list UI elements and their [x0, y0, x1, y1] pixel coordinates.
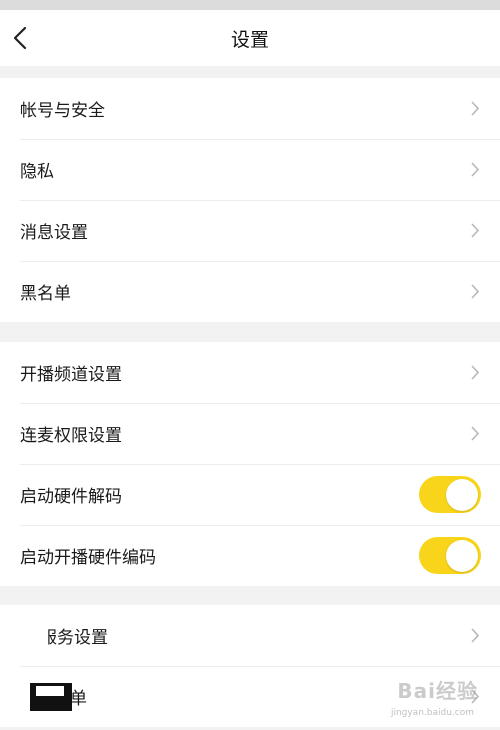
settings-item-label: 连麦权限设置 — [20, 426, 122, 446]
settings-item-hw-encode: 启动开播硬件编码 — [0, 525, 500, 586]
settings-item-label: 黑名单 — [20, 284, 71, 304]
settings-item-channel[interactable]: 开播频道设置 — [0, 342, 500, 403]
settings-item-privacy[interactable]: 隐私 — [0, 139, 500, 200]
navigation-bar: 设置 — [0, 10, 500, 66]
chevron-right-icon — [471, 162, 480, 177]
watermark-url: jingyan.baidu.com — [390, 708, 474, 718]
chevron-right-icon — [471, 365, 480, 380]
chevron-right-icon — [471, 628, 480, 643]
hw-encode-toggle[interactable] — [419, 537, 481, 574]
settings-item-label: 隐私 — [20, 162, 54, 182]
redaction-mask — [28, 620, 48, 646]
settings-group-broadcast: 开播频道设置 连麦权限设置 启动硬件解码 启动开播硬件编码 — [0, 342, 500, 586]
page-title: 设置 — [230, 28, 269, 51]
back-arrow-icon[interactable] — [10, 24, 32, 52]
settings-item-label: 启动开播硬件编码 — [20, 548, 156, 568]
settings-item-label: 启动硬件解码 — [20, 487, 122, 507]
status-bar-strip — [0, 0, 500, 10]
settings-item-mic-permission[interactable]: 连麦权限设置 — [0, 403, 500, 464]
chevron-right-icon — [471, 101, 480, 116]
settings-group-account: 帐号与安全 隐私 消息设置 黑名单 — [0, 78, 500, 322]
settings-item-account-security[interactable]: 帐号与安全 — [0, 78, 500, 139]
settings-item-label: 开播频道设置 — [20, 365, 122, 385]
settings-item-blacklist[interactable]: 黑名单 — [0, 261, 500, 322]
toggle-knob — [446, 539, 478, 572]
settings-item-message[interactable]: 消息设置 — [0, 200, 500, 261]
toggle-knob — [446, 478, 478, 511]
watermark-logo: Bai经验 — [397, 679, 478, 703]
chevron-right-icon — [471, 223, 480, 238]
settings-item-hw-decode: 启动硬件解码 — [0, 464, 500, 525]
settings-item-label: 帐号与安全 — [20, 101, 105, 121]
settings-item-service[interactable]: 服务设置 — [0, 605, 500, 666]
settings-item-label: 消息设置 — [20, 223, 88, 243]
chevron-right-icon — [471, 426, 480, 441]
redaction-mask — [36, 686, 64, 696]
hw-decode-toggle[interactable] — [419, 476, 481, 513]
chevron-right-icon — [471, 284, 480, 299]
